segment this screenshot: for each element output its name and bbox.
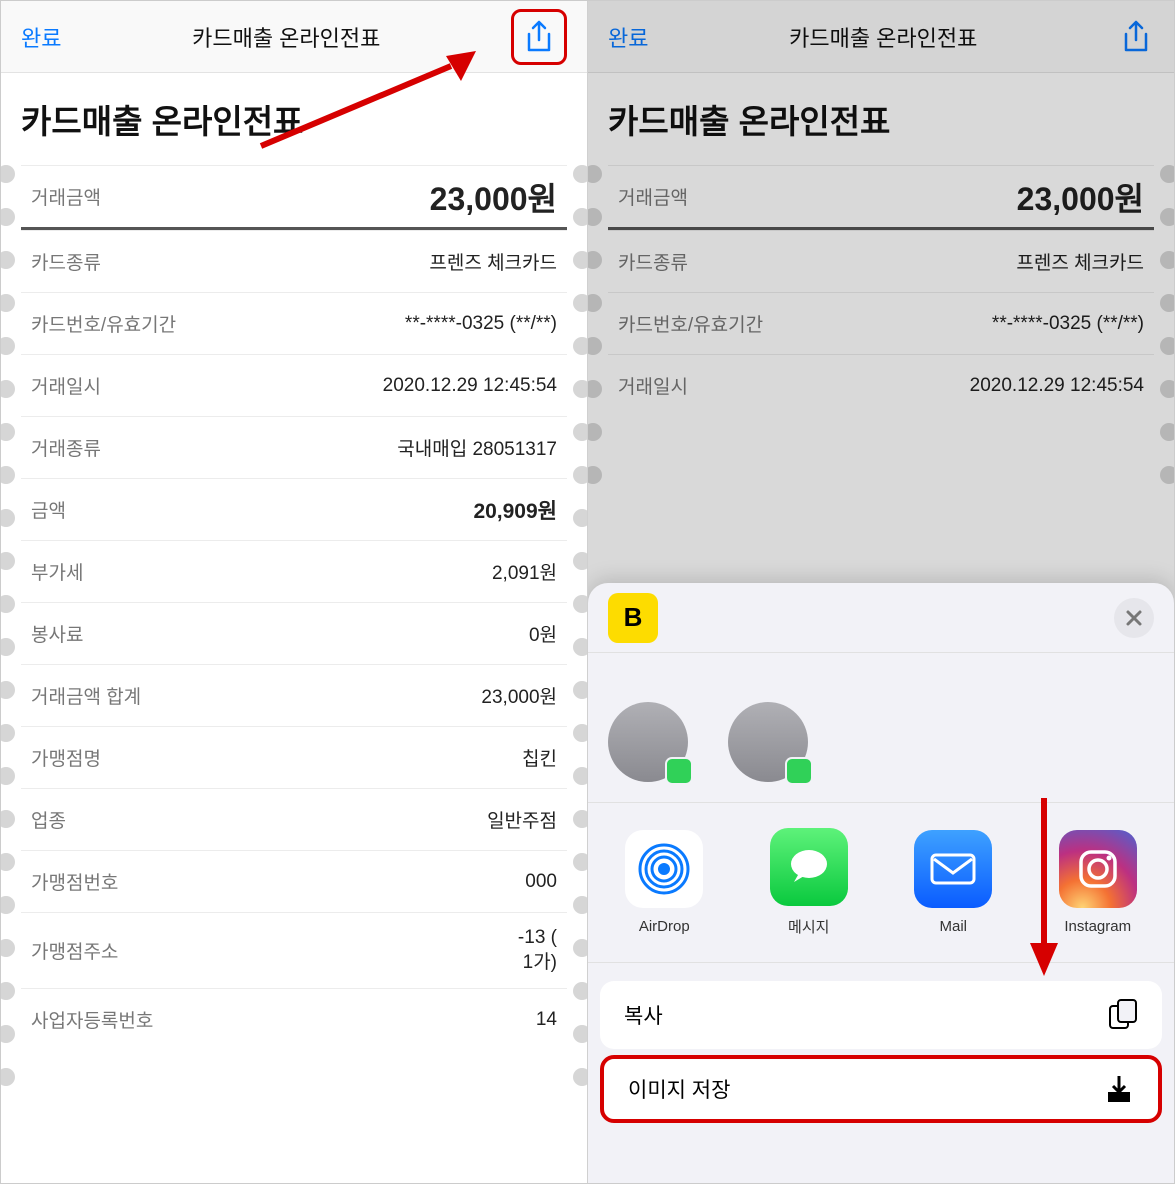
close-button[interactable]: [1114, 598, 1154, 638]
app-label: Mail: [939, 918, 967, 935]
nav-title: 카드매출 온라인전표: [789, 21, 977, 53]
row-value: 칩킨: [522, 744, 557, 771]
row-label: 거래종류: [31, 434, 101, 461]
row-label: 카드종류: [31, 248, 101, 275]
row-label: 부가세: [31, 558, 83, 585]
mail-icon: [928, 849, 978, 889]
messages-badge-icon: [665, 757, 693, 785]
row-value: 국내매입 28051317: [397, 434, 557, 461]
app-messages[interactable]: 메시지: [745, 828, 874, 937]
page-title: 카드매출 온라인전표: [588, 73, 1174, 165]
actions-list: 복사 이미지 저장: [588, 963, 1174, 1123]
navbar-right: 완료 카드매출 온라인전표: [588, 1, 1174, 73]
instagram-icon: [1073, 844, 1123, 894]
app-instagram[interactable]: Instagram: [1034, 830, 1163, 935]
amount-label: 거래금액: [618, 183, 688, 210]
perforation-left: [1, 165, 13, 1183]
row-value: 14: [536, 1009, 557, 1031]
row-value: 2020.12.29 12:45:54: [970, 375, 1144, 397]
copy-icon: [1108, 998, 1138, 1032]
row-label: 가맹점명: [31, 744, 101, 771]
row-label: 금액: [31, 496, 66, 523]
app-mail[interactable]: Mail: [889, 830, 1018, 935]
share-icon: [1122, 20, 1150, 54]
row-value: 일반주점: [487, 806, 557, 833]
row-label: 카드종류: [618, 248, 688, 275]
sheet-header: B: [588, 583, 1174, 653]
row-label: 카드번호/유효기간: [31, 310, 176, 337]
page-title: 카드매출 온라인전표: [1, 73, 587, 165]
action-copy[interactable]: 복사: [600, 981, 1162, 1049]
app-label: AirDrop: [639, 918, 690, 935]
left-pane: 완료 카드매출 온라인전표 카드매출 온라인전표 거래금: [1, 1, 588, 1183]
app-label: Instagram: [1064, 918, 1131, 935]
share-sheet: B: [588, 583, 1174, 1183]
row-label: 거래일시: [618, 372, 688, 399]
amount-label: 거래금액: [31, 183, 101, 210]
row-value: 프렌즈 체크카드: [429, 248, 557, 275]
contact-item[interactable]: [728, 702, 818, 782]
nav-title: 카드매출 온라인전표: [192, 21, 380, 53]
app-airdrop[interactable]: AirDrop: [600, 830, 729, 935]
amount-value: 23,000원: [1017, 174, 1144, 220]
row-label: 거래금액 합계: [31, 682, 141, 709]
row-value: **-****-0325 (**/**): [405, 313, 557, 335]
row-value: -13 ( 1가): [518, 926, 557, 975]
app-label: 메시지: [788, 916, 829, 937]
row-label: 거래일시: [31, 372, 101, 399]
row-label: 사업자등록번호: [31, 1006, 153, 1033]
row-value: 2,091원: [492, 558, 557, 585]
row-value: 0원: [529, 620, 557, 647]
messages-icon: [784, 842, 834, 892]
perforation-right: [575, 165, 588, 1183]
download-icon: [1104, 1074, 1134, 1104]
row-value: 23,000원: [481, 682, 557, 709]
row-value: 000: [525, 871, 557, 893]
row-value: 20,909원: [473, 495, 557, 525]
sheet-app-icon: B: [608, 593, 658, 643]
contact-item[interactable]: [608, 702, 698, 782]
row-label: 봉사료: [31, 620, 83, 647]
row-label: 가맹점주소: [31, 937, 118, 964]
row-label: 카드번호/유효기간: [618, 310, 763, 337]
close-icon: [1125, 609, 1143, 627]
share-icon: [525, 20, 553, 54]
right-pane: 완료 카드매출 온라인전표 카드매출 온라인전표 거래금액 23,000원: [588, 1, 1174, 1183]
row-value: 프렌즈 체크카드: [1016, 248, 1144, 275]
action-save-image[interactable]: 이미지 저장: [600, 1055, 1162, 1123]
amount-value: 23,000원: [430, 174, 557, 220]
contacts-row: [588, 653, 1174, 803]
done-button[interactable]: 완료: [21, 21, 61, 53]
apps-row: AirDrop 메시지: [588, 803, 1174, 963]
navbar-left: 완료 카드매출 온라인전표: [1, 1, 587, 73]
row-value: **-****-0325 (**/**): [992, 313, 1144, 335]
airdrop-icon: [636, 841, 692, 897]
messages-badge-icon: [785, 757, 813, 785]
action-label: 이미지 저장: [628, 1074, 730, 1104]
action-label: 복사: [624, 1000, 663, 1030]
row-label: 가맹점번호: [31, 868, 118, 895]
share-button[interactable]: [511, 9, 567, 65]
row-value: 2020.12.29 12:45:54: [383, 375, 557, 397]
receipt-left: 거래금액 23,000원 카드종류 프렌즈 체크카드 카드번호/유효기간 **-…: [1, 165, 587, 1183]
share-button[interactable]: [1118, 19, 1154, 55]
row-label: 업종: [31, 806, 66, 833]
done-button[interactable]: 완료: [608, 21, 648, 53]
